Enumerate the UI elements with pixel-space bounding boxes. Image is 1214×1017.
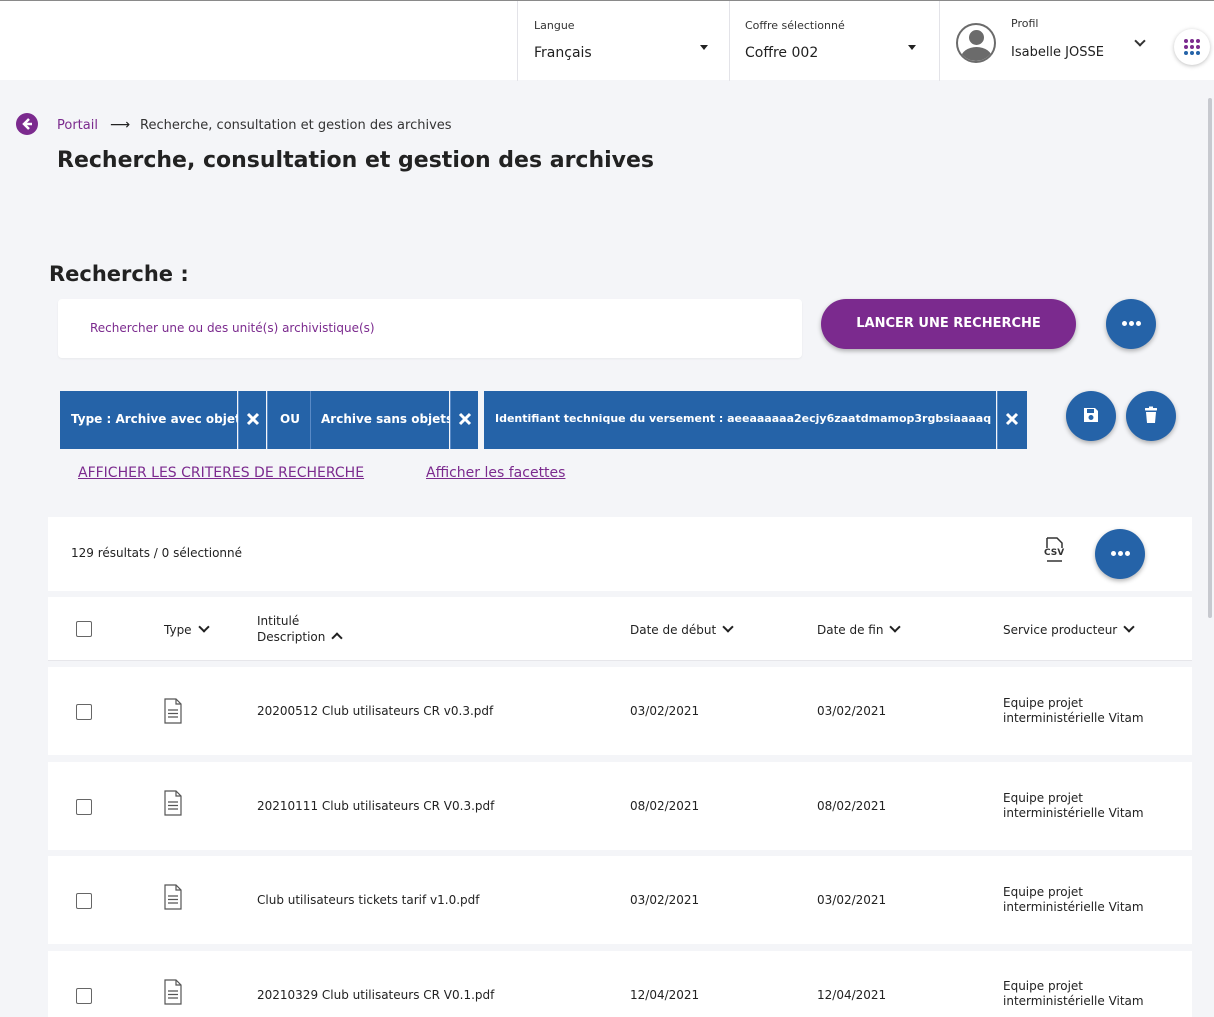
sort-type-header[interactable]: Type (164, 621, 210, 637)
row-title: 20200512 Club utilisateurs CR v0.3.pdf (257, 704, 494, 718)
row-title: Club utilisateurs tickets tarif v1.0.pdf (257, 893, 480, 907)
header-start-date-label: Date de début (630, 623, 717, 637)
header-type-label: Type (164, 623, 192, 637)
save-search-button[interactable] (1066, 391, 1116, 441)
language-label: Langue (534, 19, 575, 32)
language-value: Français (534, 45, 592, 61)
language-selector[interactable]: Langue Français (517, 1, 729, 81)
csv-export-icon[interactable]: CSV (1043, 537, 1065, 563)
sort-start-date-header[interactable]: Date de début (630, 621, 734, 637)
row-start-date: 03/02/2021 (630, 893, 700, 907)
profile-label: Profil (1011, 17, 1039, 30)
results-more-button[interactable] (1095, 529, 1145, 579)
page-title: Recherche, consultation et gestion des a… (57, 148, 655, 173)
row-start-date: 03/02/2021 (630, 704, 700, 718)
table-row[interactable]: Club utilisateurs tickets tarif v1.0.pdf… (48, 856, 1192, 944)
vertical-scrollbar[interactable] (1208, 98, 1212, 618)
caret-down-icon (700, 45, 708, 50)
top-bar: Langue Français Coffre sélectionné Coffr… (0, 0, 1214, 81)
row-checkbox[interactable] (76, 799, 92, 815)
header-producer-label: Service producteur (1003, 623, 1118, 637)
chevron-down-icon (889, 621, 902, 633)
show-facets-link[interactable]: Afficher les facettes (426, 465, 565, 481)
document-icon (164, 790, 182, 816)
close-icon[interactable] (450, 391, 478, 449)
row-start-date: 12/04/2021 (630, 988, 700, 1002)
sort-title-header[interactable]: Intitulé Description (257, 613, 344, 645)
search-input[interactable] (88, 317, 768, 339)
csv-label: CSV (1044, 548, 1065, 558)
breadcrumb-portal-link[interactable]: Portail (57, 118, 98, 133)
trash-icon (1145, 406, 1157, 423)
launch-search-button[interactable]: LANCER UNE RECHERCHE (821, 299, 1076, 349)
results-header: 129 résultats / 0 sélectionné CSV (48, 517, 1192, 591)
row-title: 20210111 Club utilisateurs CR V0.3.pdf (257, 799, 495, 813)
row-end-date: 03/02/2021 (817, 704, 887, 718)
more-icon (1111, 551, 1130, 557)
criteria-chip-label: OU (280, 412, 300, 426)
clear-search-button[interactable] (1126, 391, 1176, 441)
table-row[interactable]: 20210111 Club utilisateurs CR V0.3.pdf 0… (48, 762, 1192, 850)
row-producer: Equipe projet interministérielle Vitam (1003, 791, 1144, 820)
more-options-button[interactable] (1106, 299, 1156, 349)
user-avatar-icon[interactable] (956, 23, 996, 63)
show-criteria-link[interactable]: AFFICHER LES CRITERES DE RECHERCHE (78, 465, 364, 481)
vault-label: Coffre sélectionné (745, 19, 845, 32)
sort-end-date-header[interactable]: Date de fin (817, 621, 902, 637)
more-icon (1122, 321, 1141, 327)
chevron-down-icon (722, 621, 734, 633)
search-box (58, 299, 802, 358)
document-icon (164, 698, 182, 724)
chevron-down-icon (197, 621, 210, 633)
criteria-chip-identifier: Identifiant technique du versement : aee… (484, 391, 996, 449)
row-checkbox[interactable] (76, 704, 92, 720)
header-description-label: Description (257, 630, 326, 644)
breadcrumb-arrow-icon: ⟶ (110, 117, 131, 133)
row-end-date: 08/02/2021 (817, 799, 887, 813)
save-icon (1084, 408, 1098, 422)
row-end-date: 03/02/2021 (817, 893, 887, 907)
criteria-chip-label: Identifiant technique du versement : aee… (495, 412, 992, 425)
chevron-up-icon (331, 632, 344, 644)
results-count: 129 résultats / 0 sélectionné (71, 546, 243, 560)
breadcrumb-current: Recherche, consultation et gestion des a… (140, 118, 452, 133)
header-title-label: Intitulé (257, 614, 300, 628)
criteria-chip-or: OU (267, 391, 310, 449)
vault-value: Coffre 002 (745, 45, 819, 61)
header-end-date-label: Date de fin (817, 623, 884, 637)
row-producer: Equipe projet interministérielle Vitam (1003, 979, 1144, 1008)
apps-grid-icon[interactable] (1174, 29, 1210, 65)
chevron-down-icon (1123, 621, 1135, 633)
document-icon (164, 979, 182, 1005)
close-icon[interactable] (997, 391, 1027, 449)
criteria-chip-type-alt: Archive sans objets (310, 391, 453, 449)
document-icon (164, 884, 182, 910)
vault-selector[interactable]: Coffre sélectionné Coffre 002 (729, 1, 939, 81)
close-icon[interactable] (238, 391, 266, 449)
row-checkbox[interactable] (76, 893, 92, 909)
criteria-chip-label: Type : Archive avec objets (71, 412, 248, 426)
select-all-checkbox[interactable] (76, 621, 92, 637)
row-checkbox[interactable] (76, 988, 92, 1004)
search-heading: Recherche : (49, 262, 189, 286)
row-producer: Equipe projet interministérielle Vitam (1003, 885, 1144, 914)
caret-down-icon (908, 45, 916, 50)
table-header: Type Intitulé Description Date de début … (48, 597, 1192, 661)
table-row[interactable]: 20200512 Club utilisateurs CR v0.3.pdf 0… (48, 667, 1192, 755)
criteria-chip-label: Archive sans objets (321, 412, 454, 426)
sort-producer-header[interactable]: Service producteur (1003, 621, 1135, 637)
profile-value: Isabelle JOSSE (1011, 45, 1104, 60)
row-producer: Equipe projet interministérielle Vitam (1003, 696, 1144, 725)
table-row[interactable]: 20210329 Club utilisateurs CR V0.1.pdf 1… (48, 951, 1192, 1017)
row-end-date: 12/04/2021 (817, 988, 887, 1002)
row-title: 20210329 Club utilisateurs CR V0.1.pdf (257, 988, 495, 1002)
criteria-chip-type: Type : Archive avec objets (60, 391, 248, 449)
back-arrow-icon[interactable] (16, 113, 38, 135)
row-start-date: 08/02/2021 (630, 799, 700, 813)
